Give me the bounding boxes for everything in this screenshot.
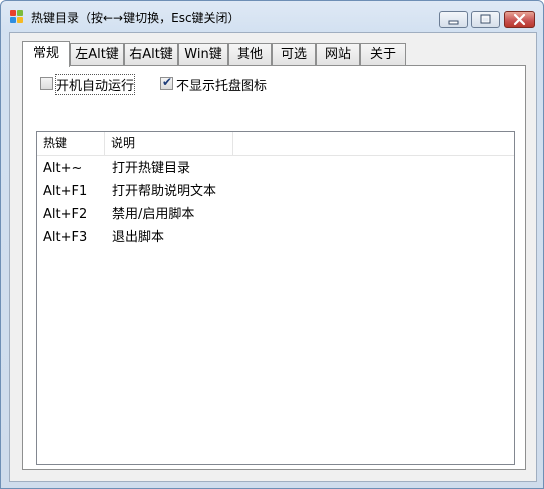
list-item[interactable]: Alt+F3 退出脚本 [37, 226, 514, 249]
hotkey-list[interactable]: 热键 说明 Alt+~ 打开热键目录 Alt+F1 打开帮助说明文本 Alt+F… [36, 131, 515, 465]
hide-tray-checkbox-box[interactable]: ✔ [160, 75, 173, 90]
tab-optional[interactable]: 可选 [272, 43, 316, 65]
hotkey-cell: Alt+F3 [43, 230, 88, 245]
tab-right-alt[interactable]: 右Alt键 [124, 43, 178, 65]
list-item[interactable]: Alt+~ 打开热键目录 [37, 157, 514, 180]
column-header-hotkey[interactable]: 热键 [37, 132, 105, 155]
app-grid-icon [10, 10, 24, 24]
tab-panel-general: 开机自动运行 ✔ 不显示托盘图标 热键 说明 Alt+~ 打开热键目录 Alt+… [22, 65, 526, 470]
main-window: 热键目录（按←→键切换，Esc键关闭） 常规 左Alt键 右Alt键 Win键 … [0, 0, 544, 489]
description-cell: 禁用/启用脚本 [112, 207, 195, 222]
description-cell: 退出脚本 [112, 230, 165, 245]
checkmark-icon: ✔ [162, 75, 173, 89]
client-area: 常规 左Alt键 右Alt键 Win键 其他 可选 网站 关于 开机自动运行 ✔… [9, 32, 537, 482]
description-cell: 打开热键目录 [112, 161, 191, 176]
list-item[interactable]: Alt+F1 打开帮助说明文本 [37, 180, 514, 203]
tab-other[interactable]: 其他 [228, 43, 272, 65]
tab-about[interactable]: 关于 [360, 43, 406, 65]
autostart-label: 开机自动运行 [54, 74, 136, 95]
minimize-button[interactable] [439, 11, 468, 28]
maximize-icon [472, 12, 499, 27]
close-button[interactable] [504, 11, 535, 28]
list-item[interactable]: Alt+F2 禁用/启用脚本 [37, 203, 514, 226]
close-icon [505, 12, 534, 27]
maximize-button[interactable] [471, 11, 500, 28]
list-header: 热键 说明 [37, 132, 514, 156]
tab-win[interactable]: Win键 [178, 43, 228, 65]
title-bar[interactable]: 热键目录（按←→键切换，Esc键关闭） [1, 1, 543, 31]
hotkey-cell: Alt+~ [43, 161, 83, 176]
tab-general[interactable]: 常规 [22, 41, 70, 67]
autostart-checkbox-box[interactable] [40, 77, 53, 90]
description-cell: 打开帮助说明文本 [112, 184, 217, 199]
hotkey-cell: Alt+F2 [43, 207, 88, 222]
tab-website[interactable]: 网站 [316, 43, 360, 65]
window-title: 热键目录（按←→键切换，Esc键关闭） [31, 11, 240, 25]
hide-tray-label: 不显示托盘图标 [176, 79, 268, 94]
hotkey-cell: Alt+F1 [43, 184, 88, 199]
minimize-icon [440, 12, 467, 27]
tab-left-alt[interactable]: 左Alt键 [70, 43, 124, 65]
column-header-description[interactable]: 说明 [105, 132, 233, 155]
